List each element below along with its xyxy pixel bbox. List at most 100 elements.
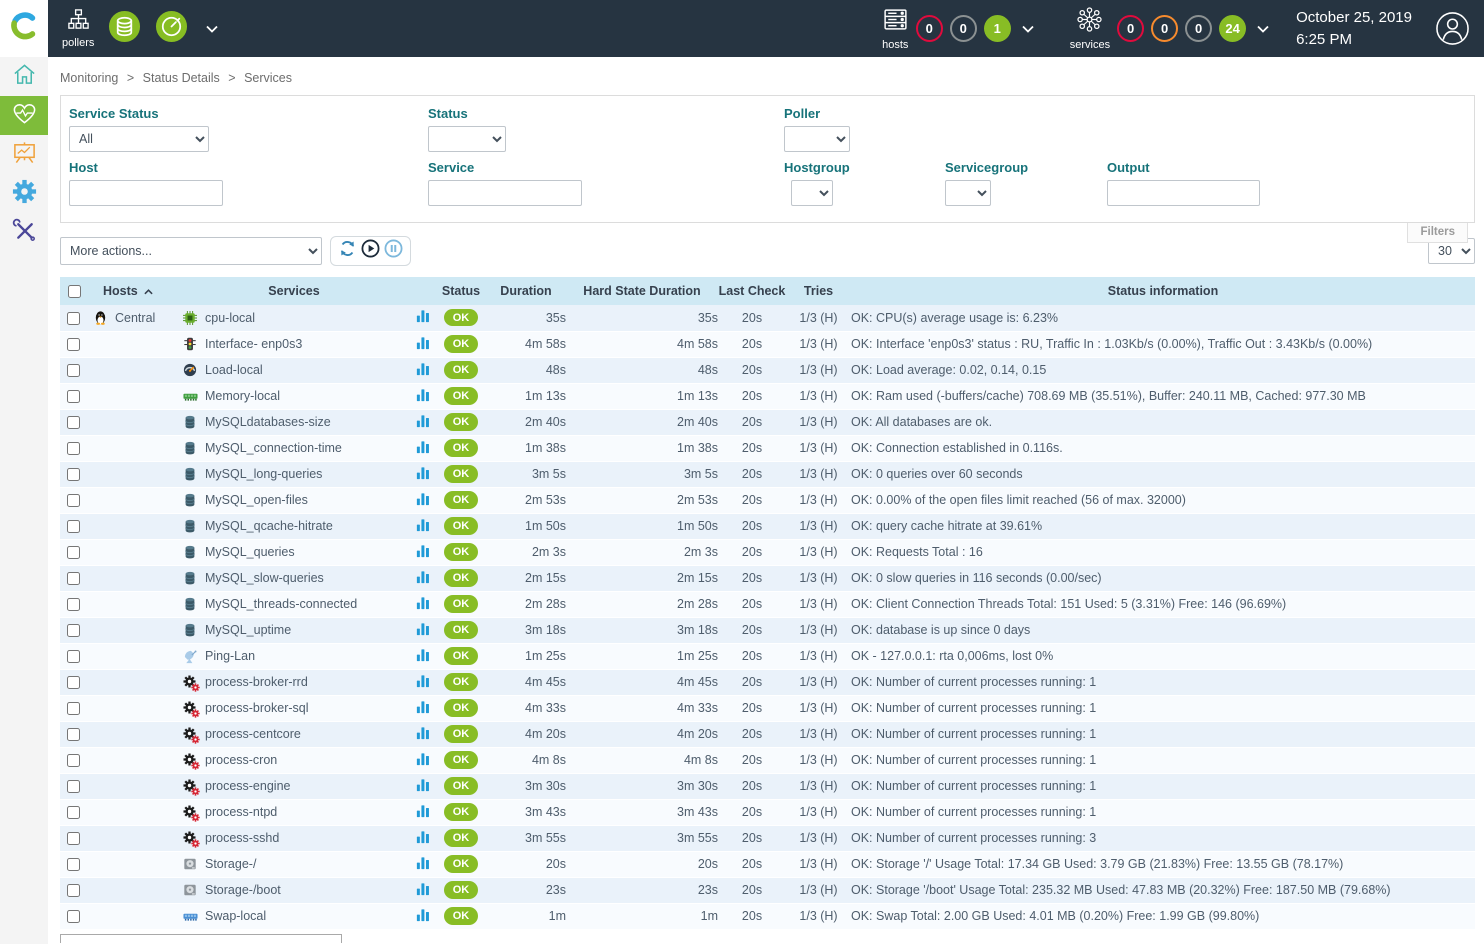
poller-select[interactable] [784,126,850,152]
bottom-more-actions-select[interactable] [60,934,342,943]
refresh-button[interactable] [338,239,357,263]
column-header-status-information[interactable]: Status information [851,277,1475,305]
gauge-status-icon[interactable] [155,10,188,48]
row-checkbox[interactable] [67,832,80,845]
service-name[interactable]: Interface- enp0s3 [205,337,302,351]
column-header-hard-state-duration[interactable]: Hard State Duration [566,277,718,305]
service-name[interactable]: process-broker-sql [205,701,309,715]
graph-icon[interactable] [416,651,430,665]
graph-icon[interactable] [416,417,430,431]
graph-icon[interactable] [416,885,430,899]
graph-icon[interactable] [416,469,430,483]
pollers-menu[interactable]: pollers [62,8,94,48]
breadcrumb-monitoring[interactable]: Monitoring [60,71,118,85]
row-checkbox[interactable] [67,702,80,715]
filters-tab[interactable]: Filters [1407,223,1468,243]
service-name[interactable]: process-engine [205,779,290,793]
service-name[interactable]: MySQL_connection-time [205,441,342,455]
service-name[interactable]: Swap-local [205,909,266,923]
column-header-services[interactable]: Services [178,277,410,305]
service-name[interactable]: MySQL_threads-connected [205,597,357,611]
column-header-duration[interactable]: Duration [486,277,566,305]
sidebar-item-home[interactable] [0,57,48,96]
service-name[interactable]: process-sshd [205,831,279,845]
service-name[interactable]: Storage-/ [205,857,256,871]
service-name[interactable]: process-cron [205,753,277,767]
service-name[interactable]: MySQL_qcache-hitrate [205,519,333,533]
graph-icon[interactable] [416,859,430,873]
row-checkbox[interactable] [67,780,80,793]
hostgroup-select[interactable] [791,180,833,206]
row-checkbox[interactable] [67,468,80,481]
graph-icon[interactable] [416,911,430,925]
servicegroup-select[interactable] [945,180,991,206]
service-name[interactable]: Ping-Lan [205,649,255,663]
graph-icon[interactable] [416,573,430,587]
row-checkbox[interactable] [67,728,80,741]
service-count-badge[interactable]: 24 [1219,15,1246,42]
row-checkbox[interactable] [67,442,80,455]
column-header-tries[interactable]: Tries [786,277,851,305]
sidebar-item-configuration[interactable] [0,174,48,213]
service-status-select[interactable]: All [69,126,209,152]
service-name[interactable]: Load-local [205,363,263,377]
graph-icon[interactable] [416,312,430,326]
service-count-badge[interactable]: 0 [1151,15,1178,42]
service-name[interactable]: MySQL_slow-queries [205,571,324,585]
column-header-status[interactable]: Status [436,277,486,305]
row-checkbox[interactable] [67,546,80,559]
row-checkbox[interactable] [67,572,80,585]
row-checkbox[interactable] [67,598,80,611]
service-name[interactable]: Storage-/boot [205,883,281,897]
row-checkbox[interactable] [67,416,80,429]
pause-button[interactable] [384,239,403,263]
output-filter-input[interactable] [1107,180,1260,206]
row-checkbox[interactable] [67,312,80,325]
graph-icon[interactable] [416,599,430,613]
row-checkbox[interactable] [67,676,80,689]
row-checkbox[interactable] [67,884,80,897]
service-filter-input[interactable] [428,180,582,206]
database-status-icon[interactable] [108,10,141,48]
status-select[interactable] [428,126,506,152]
row-checkbox[interactable] [67,910,80,923]
service-count-badge[interactable]: 0 [1117,15,1144,42]
graph-icon[interactable] [416,807,430,821]
hosts-menu[interactable]: hosts [882,6,909,50]
column-header-last-check[interactable]: Last Check [718,277,786,305]
poller-chevron-down-icon[interactable] [206,25,218,33]
more-actions-select[interactable]: More actions... [60,237,322,265]
sidebar-item-administration[interactable] [0,213,48,252]
graph-icon[interactable] [416,729,430,743]
row-checkbox[interactable] [67,754,80,767]
service-name[interactable]: MySQL_queries [205,545,295,559]
service-name[interactable]: process-broker-rrd [205,675,308,689]
row-checkbox[interactable] [67,520,80,533]
graph-icon[interactable] [416,547,430,561]
user-avatar[interactable] [1435,11,1470,46]
service-name[interactable]: MySQLdatabases-size [205,415,331,429]
hosts-chevron-down-icon[interactable] [1022,25,1034,33]
sidebar-item-monitoring[interactable] [0,96,48,135]
graph-icon[interactable] [416,703,430,717]
host-filter-input[interactable] [69,180,223,206]
centreon-logo[interactable] [0,0,48,57]
graph-icon[interactable] [416,755,430,769]
graph-icon[interactable] [416,339,430,353]
play-button[interactable] [361,239,380,263]
service-name[interactable]: MySQL_long-queries [205,467,322,481]
row-checkbox[interactable] [67,338,80,351]
service-name[interactable]: Memory-local [205,389,280,403]
graph-icon[interactable] [416,677,430,691]
graph-icon[interactable] [416,443,430,457]
breadcrumb-status-details[interactable]: Status Details [143,71,220,85]
row-checkbox[interactable] [67,390,80,403]
breadcrumb-services[interactable]: Services [244,71,292,85]
graph-icon[interactable] [416,521,430,535]
graph-icon[interactable] [416,625,430,639]
row-checkbox[interactable] [67,494,80,507]
row-checkbox[interactable] [67,364,80,377]
service-name[interactable]: process-ntpd [205,805,277,819]
row-checkbox[interactable] [67,806,80,819]
graph-icon[interactable] [416,833,430,847]
